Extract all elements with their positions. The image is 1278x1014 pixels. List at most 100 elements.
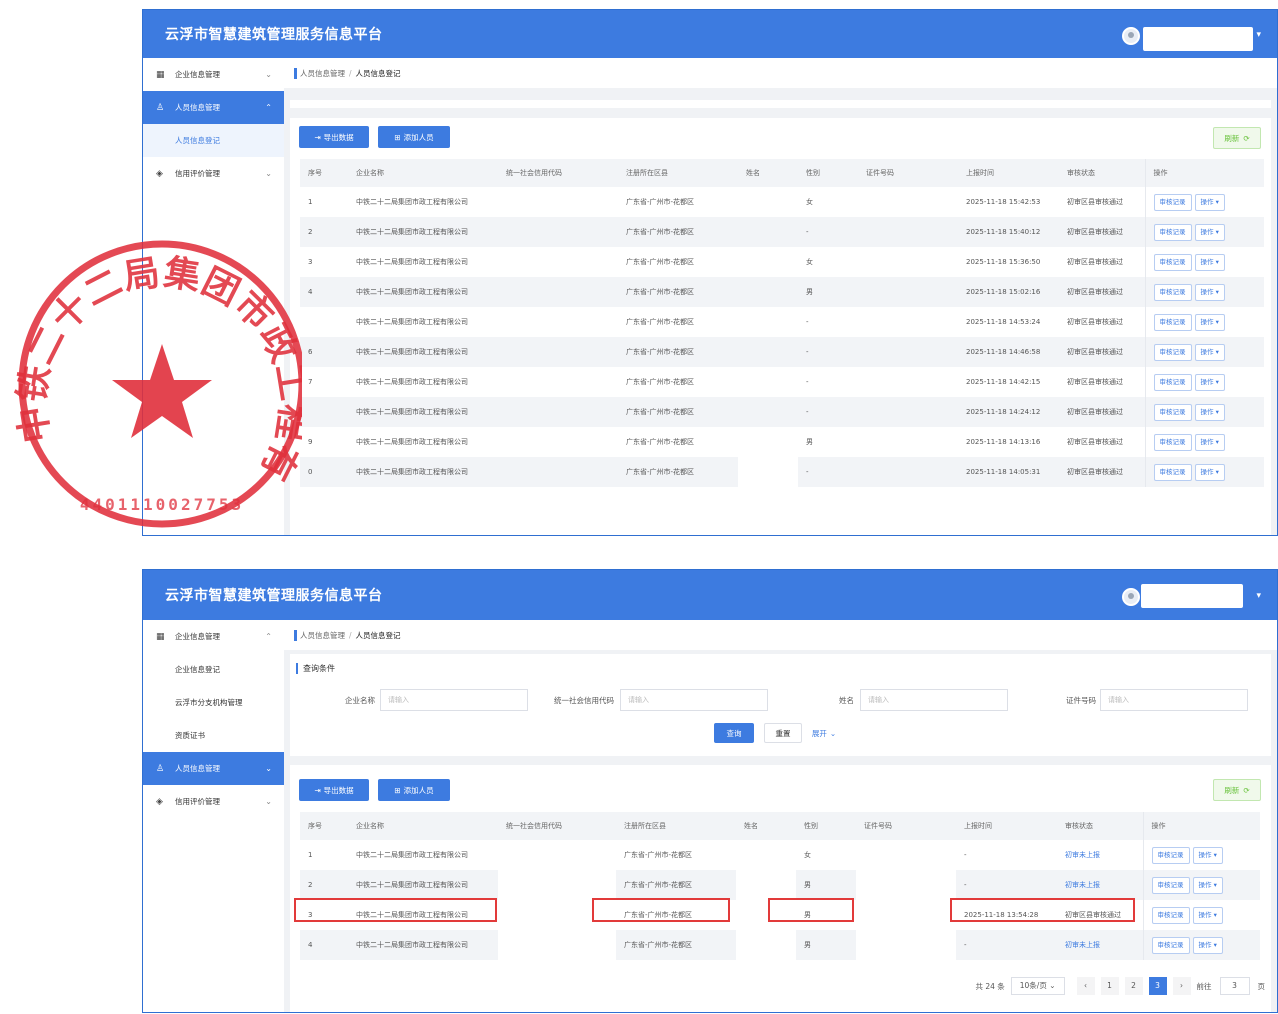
cell-id-number bbox=[858, 247, 958, 277]
action-dropdown-button[interactable]: 操作 ▾ bbox=[1194, 223, 1225, 241]
sidebar-item-personnel[interactable]: ♙ 人员信息管理 ⌃ bbox=[143, 91, 284, 124]
chevron-down-icon[interactable]: ▾ bbox=[1256, 591, 1261, 601]
sidebar-item-branch[interactable]: 云浮市分支机构管理 bbox=[143, 686, 284, 719]
cell-district: 广东省-广州市-花都区 bbox=[626, 258, 695, 266]
audit-record-button[interactable]: 审核记录 bbox=[1153, 283, 1192, 301]
sidebar-item-personnel[interactable]: ♙ 人员信息管理 ⌄ bbox=[143, 752, 284, 785]
column-header: 注册所在区县 bbox=[618, 159, 738, 187]
action-dropdown-button[interactable]: 操作 ▾ bbox=[1194, 313, 1225, 331]
action-dropdown-button[interactable]: 操作 ▾ bbox=[1194, 403, 1225, 421]
chevron-down-icon: ⌄ bbox=[265, 169, 272, 178]
page-button[interactable]: 3 bbox=[1148, 977, 1167, 995]
page-button[interactable]: 2 bbox=[1124, 977, 1143, 995]
reset-button[interactable]: 重置 bbox=[764, 723, 802, 743]
plus-icon: ⊞ bbox=[394, 785, 401, 795]
audit-record-button[interactable]: 审核记录 bbox=[1153, 253, 1192, 271]
refresh-button[interactable]: 刷新 ⟳ bbox=[1213, 127, 1261, 149]
cell-no: 6 bbox=[300, 337, 348, 367]
cell-actions: 审核记录 操作 ▾ bbox=[1144, 187, 1264, 217]
sidebar-item-enterprise[interactable]: ▦ 企业信息管理 ⌃ bbox=[143, 620, 284, 653]
company-input[interactable]: 请输入 bbox=[380, 689, 528, 711]
avatar-icon[interactable] bbox=[1122, 27, 1140, 45]
sidebar-item-qualification[interactable]: 资质证书 bbox=[143, 719, 284, 752]
sidebar-item-label: 企业信息管理 bbox=[175, 632, 220, 641]
cell-actions: 审核记录 操作 ▾ bbox=[1142, 870, 1260, 900]
cell-id-number bbox=[858, 337, 958, 367]
column-header: 证件号码 bbox=[856, 812, 956, 840]
cell-district: 广东省-广州市-花都区 bbox=[626, 318, 695, 326]
user-name-box[interactable] bbox=[1143, 27, 1253, 51]
audit-record-button[interactable]: 审核记录 bbox=[1153, 403, 1192, 421]
action-dropdown-button[interactable]: 操作 ▾ bbox=[1192, 936, 1223, 954]
audit-record-button[interactable]: 审核记录 bbox=[1153, 433, 1192, 451]
expand-label: 展开 bbox=[811, 728, 827, 738]
company-label: 企业名称 bbox=[345, 696, 375, 705]
export-button[interactable]: ⇥ 导出数据 bbox=[299, 126, 369, 148]
column-header: 统一社会信用代码 bbox=[498, 812, 616, 840]
cell-status: 初审区县审核通过 bbox=[1067, 198, 1123, 206]
cell-name bbox=[738, 367, 798, 397]
action-dropdown-button[interactable]: 操作 ▾ bbox=[1192, 846, 1223, 864]
cell-status: 初审区县审核通过 bbox=[1059, 217, 1145, 247]
cell-credit-code bbox=[498, 840, 616, 870]
expand-button[interactable]: 展开 ⌄ bbox=[806, 723, 842, 743]
column-header: 姓名 bbox=[738, 159, 798, 187]
cell-status: 初审区县审核通过 bbox=[1067, 378, 1123, 386]
action-dropdown-button[interactable]: 操作 ▾ bbox=[1192, 906, 1223, 924]
cell-report-time: 2025-11-18 15:42:53 bbox=[966, 198, 1041, 206]
prev-page-button[interactable]: ‹ bbox=[1076, 977, 1095, 995]
page-button[interactable]: 1 bbox=[1100, 977, 1119, 995]
sidebar-item-credit[interactable]: ◈ 信用评价管理 ⌄ bbox=[143, 157, 284, 190]
cell-company: 中铁二十二局集团市政工程有限公司 bbox=[348, 457, 498, 487]
cell-no bbox=[300, 397, 348, 427]
avatar-icon[interactable] bbox=[1122, 588, 1140, 606]
main-content: 人员信息管理 / 人员信息登记 ⇥ 导出数据 ⊞ 添加人员 刷新 ⟳ 序号 企业名称 统一… bbox=[284, 58, 1277, 535]
action-dropdown-button[interactable]: 操作 ▾ bbox=[1194, 463, 1225, 481]
next-page-button[interactable]: › bbox=[1172, 977, 1191, 995]
refresh-button[interactable]: 刷新 ⟳ bbox=[1213, 779, 1261, 801]
sidebar-item-enterprise[interactable]: ▦ 企业信息管理 ⌄ bbox=[143, 58, 284, 91]
action-dropdown-button[interactable]: 操作 ▾ bbox=[1194, 283, 1225, 301]
user-name-box[interactable] bbox=[1141, 584, 1243, 608]
breadcrumb-parent[interactable]: 人员信息管理 bbox=[300, 68, 345, 79]
cell-no: 1 bbox=[308, 198, 313, 206]
cell-gender: 男 bbox=[796, 930, 856, 960]
chevron-down-icon[interactable]: ▾ bbox=[1256, 30, 1261, 40]
audit-record-button[interactable]: 审核记录 bbox=[1151, 876, 1190, 894]
audit-record-button[interactable]: 审核记录 bbox=[1153, 373, 1192, 391]
export-button[interactable]: ⇥ 导出数据 bbox=[299, 779, 369, 801]
add-person-button[interactable]: ⊞ 添加人员 bbox=[378, 779, 450, 801]
sidebar-item-enterprise-register[interactable]: 企业信息登记 bbox=[143, 653, 284, 686]
table-row: 中铁二十二局集团市政工程有限公司 广东省-广州市-花都区 - 2025-11-18 1… bbox=[300, 397, 1264, 427]
action-dropdown-button[interactable]: 操作 ▾ bbox=[1194, 253, 1225, 271]
add-person-button[interactable]: ⊞ 添加人员 bbox=[378, 126, 450, 148]
action-dropdown-button[interactable]: 操作 ▾ bbox=[1194, 343, 1225, 361]
sidebar-item-credit[interactable]: ◈ 信用评价管理 ⌄ bbox=[143, 785, 284, 818]
credit-code-input[interactable]: 请输入 bbox=[620, 689, 768, 711]
cell-credit-code bbox=[498, 247, 618, 277]
action-dropdown-button[interactable]: 操作 ▾ bbox=[1192, 876, 1223, 894]
action-dropdown-button[interactable]: 操作 ▾ bbox=[1194, 193, 1225, 211]
audit-record-button[interactable]: 审核记录 bbox=[1151, 936, 1190, 954]
cell-actions: 审核记录 操作 ▾ bbox=[1142, 930, 1260, 960]
audit-record-button[interactable]: 审核记录 bbox=[1151, 906, 1190, 924]
cell-district: 广东省-广州市-花都区 bbox=[624, 851, 693, 859]
goto-page-input[interactable]: 3 bbox=[1219, 977, 1250, 995]
sidebar-item-personnel-register[interactable]: 人员信息登记 bbox=[143, 124, 284, 157]
breadcrumb-parent[interactable]: 人员信息管理 bbox=[300, 630, 345, 641]
audit-record-button[interactable]: 审核记录 bbox=[1153, 223, 1192, 241]
cell-gender: - bbox=[806, 318, 809, 326]
table-row: 1 中铁二十二局集团市政工程有限公司 广东省-广州市-花都区 女 2025-11-18 … bbox=[300, 187, 1264, 217]
action-dropdown-button[interactable]: 操作 ▾ bbox=[1194, 373, 1225, 391]
audit-record-button[interactable]: 审核记录 bbox=[1153, 463, 1192, 481]
action-dropdown-button[interactable]: 操作 ▾ bbox=[1194, 433, 1225, 451]
id-number-input[interactable]: 请输入 bbox=[1100, 689, 1248, 711]
search-button[interactable]: 查询 bbox=[714, 723, 754, 743]
cell-report-time: 2025-11-18 15:36:50 bbox=[966, 258, 1041, 266]
audit-record-button[interactable]: 审核记录 bbox=[1153, 343, 1192, 361]
audit-record-button[interactable]: 审核记录 bbox=[1151, 846, 1190, 864]
audit-record-button[interactable]: 审核记录 bbox=[1153, 193, 1192, 211]
audit-record-button[interactable]: 审核记录 bbox=[1153, 313, 1192, 331]
page-size-select[interactable]: 10条/页 ⌄ bbox=[1010, 977, 1065, 995]
name-input[interactable]: 请输入 bbox=[860, 689, 1008, 711]
